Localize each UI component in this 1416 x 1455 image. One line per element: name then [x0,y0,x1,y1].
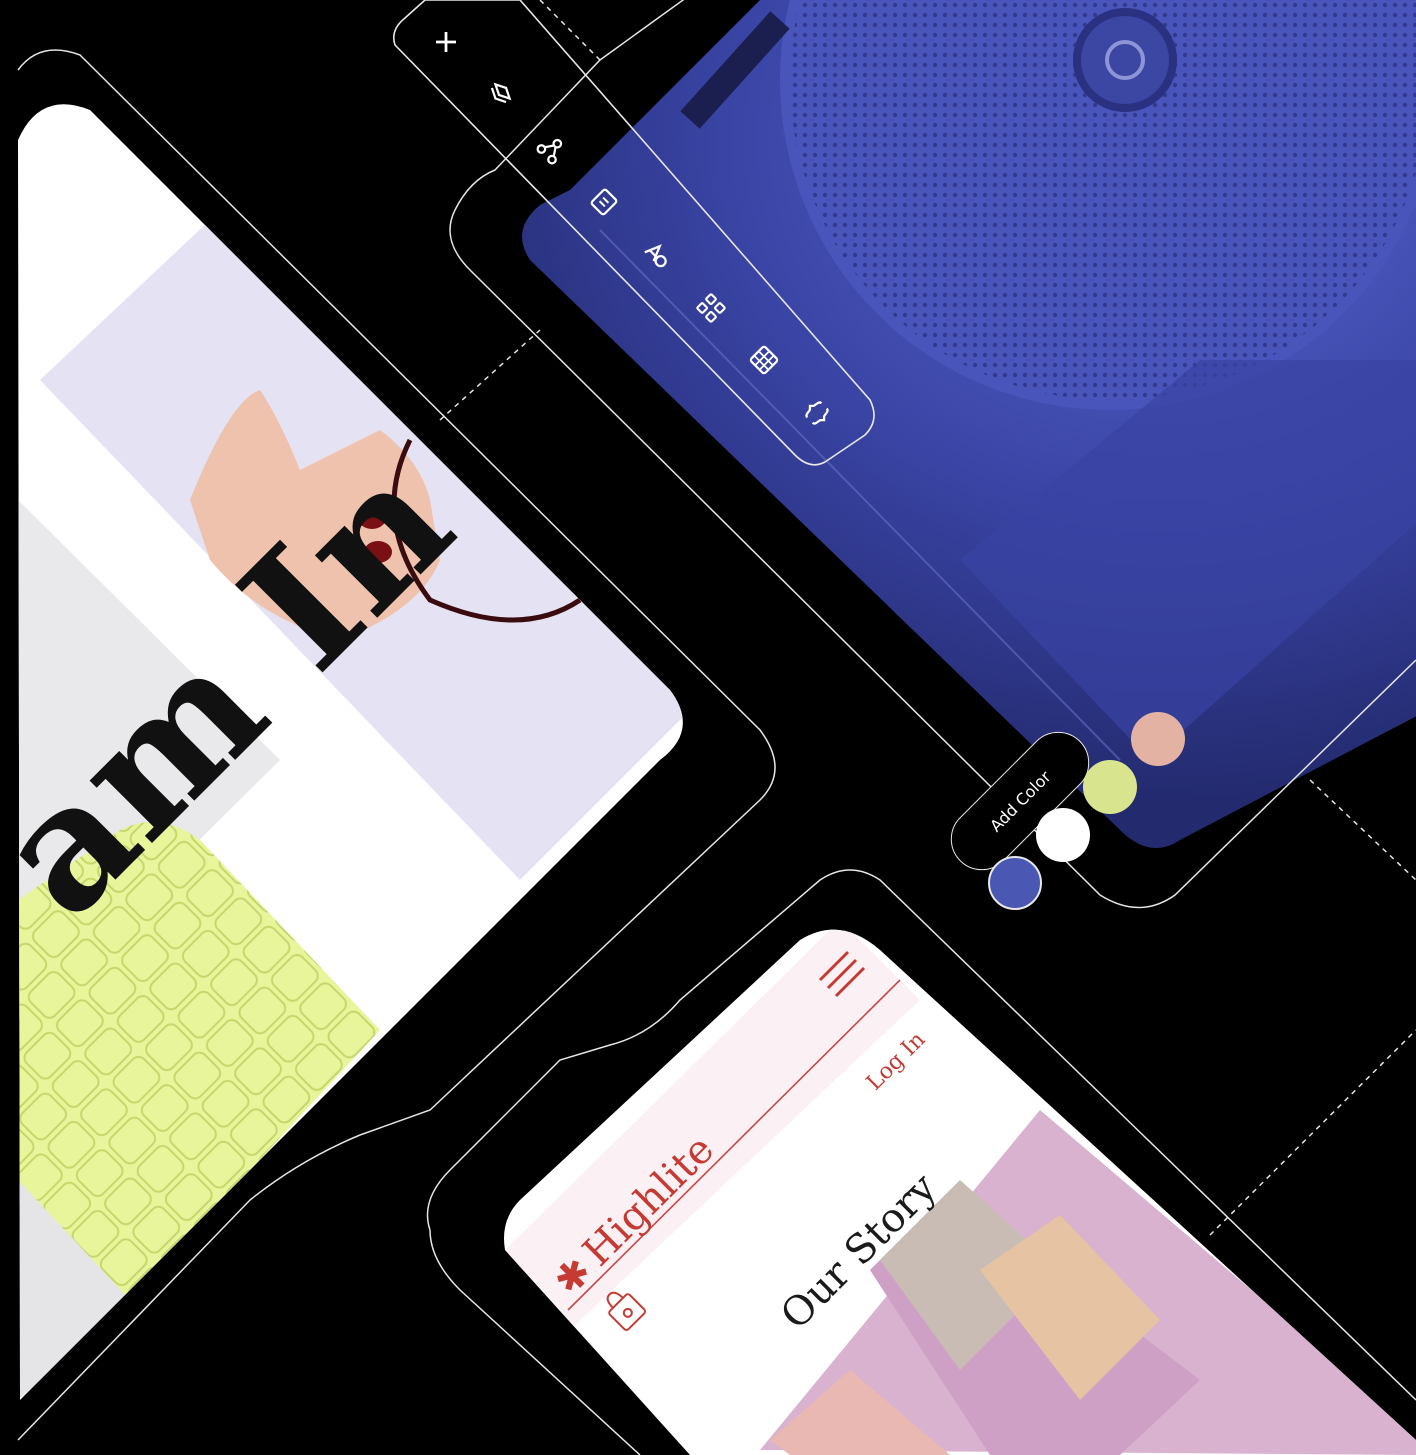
swatch-blue[interactable] [988,856,1042,910]
showcase-canvas: am In Add Color ✱Highlite Log In Our Sto… [0,0,1416,1455]
code-icon[interactable] [795,391,839,435]
layers-icon[interactable] [477,73,521,117]
table-icon[interactable] [742,338,786,382]
pages-icon[interactable] [582,180,626,224]
tool-rail-frame [392,0,875,466]
connections-icon[interactable] [530,127,574,171]
fonts-icon[interactable] [636,233,680,277]
add-icon[interactable] [424,20,468,64]
swatch-lime[interactable] [1083,760,1137,814]
swatch-white[interactable] [1036,808,1090,862]
components-icon[interactable] [689,286,733,330]
swatch-peach[interactable] [1131,712,1185,766]
